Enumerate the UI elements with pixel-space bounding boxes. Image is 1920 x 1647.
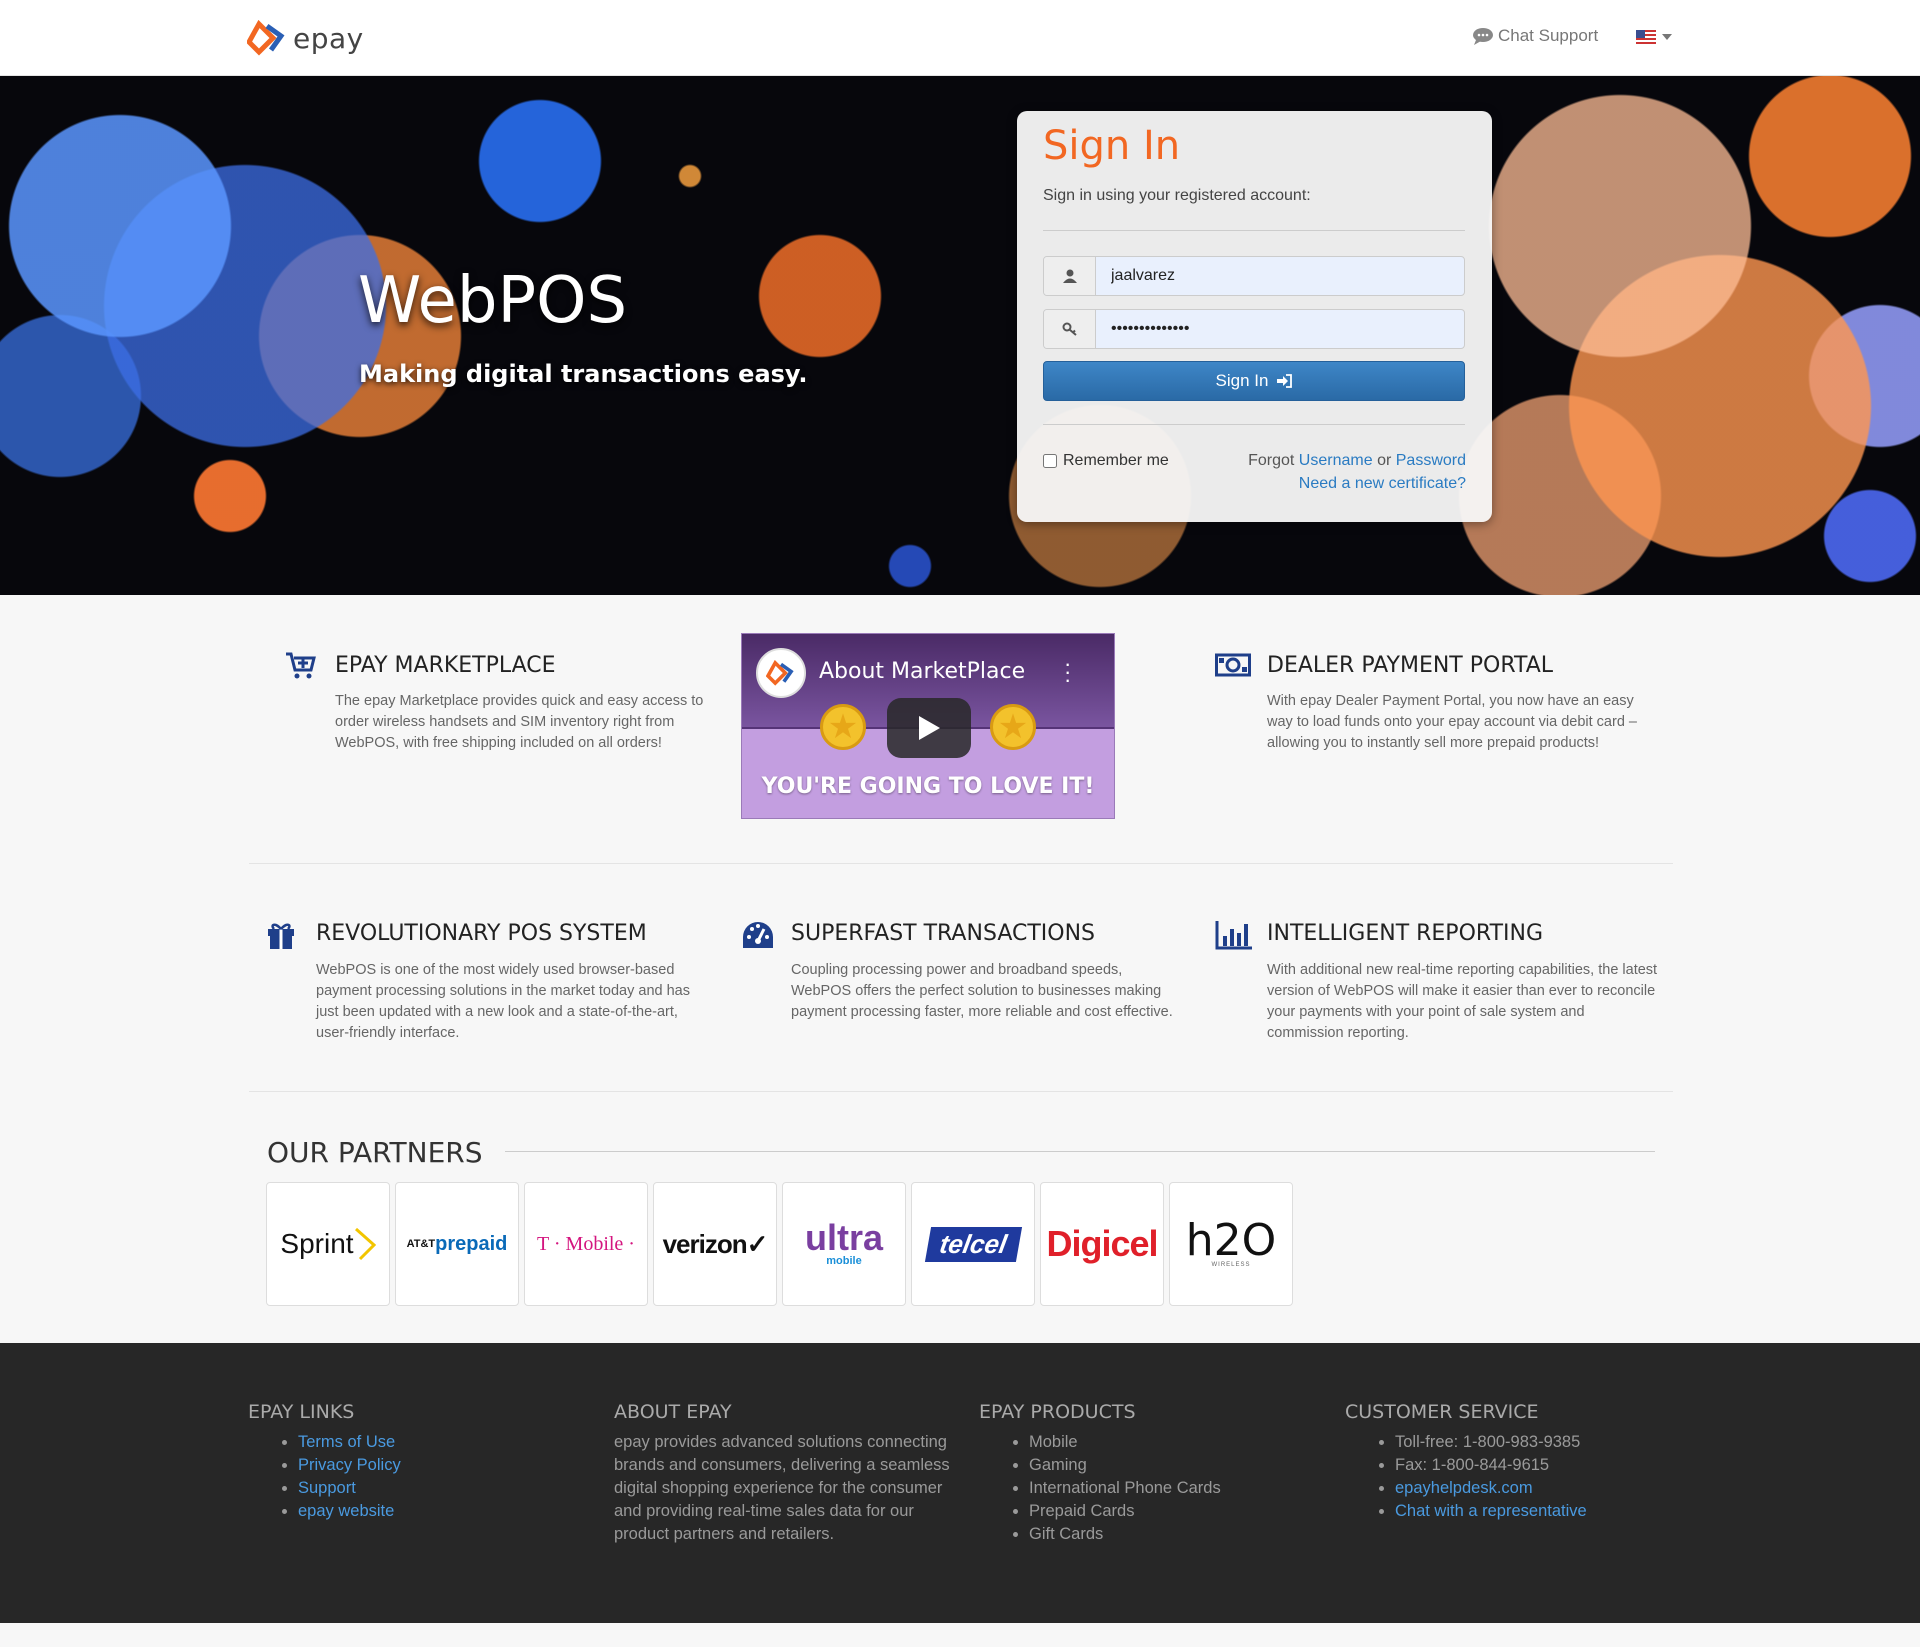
terms-link[interactable]: Terms of Use <box>298 1433 395 1451</box>
privacy-link[interactable]: Privacy Policy <box>298 1456 401 1474</box>
marketplace-video[interactable]: About MarketPlace · · · ★ ★ YOU'RE GOING T… <box>741 633 1115 819</box>
video-channel-logo[interactable] <box>756 648 806 698</box>
language-selector[interactable] <box>1636 30 1672 44</box>
epay-logo-icon <box>247 20 285 56</box>
feature-title: SUPERFAST TRANSACTIONS <box>791 921 1096 946</box>
signin-button-label: Sign In <box>1215 371 1269 390</box>
feature-title: INTELLIGENT REPORTING <box>1267 921 1544 946</box>
partners-rule <box>505 1151 1655 1152</box>
bar-chart-icon <box>1215 921 1252 950</box>
product-item: Gift Cards <box>1029 1523 1221 1546</box>
chat-representative-link[interactable]: Chat with a representative <box>1395 1502 1587 1520</box>
flag-us-icon <box>1636 30 1656 44</box>
hero-banner: WebPOS Making digital transactions easy. <box>0 76 1920 595</box>
username-input[interactable] <box>1096 257 1464 295</box>
cart-plus-icon <box>286 652 316 679</box>
product-item: Gaming <box>1029 1454 1221 1477</box>
partner-tmobile[interactable]: T · Mobile · <box>524 1182 648 1306</box>
partner-ultra-mobile[interactable]: ultra mobile <box>782 1182 906 1306</box>
feature-title: REVOLUTIONARY POS SYSTEM <box>316 921 647 946</box>
feature-title: DEALER PAYMENT PORTAL <box>1267 653 1554 678</box>
helpdesk-link[interactable]: epayhelpdesk.com <box>1395 1479 1533 1497</box>
feature-text: With epay Dealer Payment Portal, you now… <box>1267 693 1637 751</box>
play-icon <box>919 716 940 740</box>
support-link[interactable]: Support <box>298 1479 356 1497</box>
forgot-username-link[interactable]: Username <box>1299 452 1373 469</box>
username-field <box>1043 256 1465 296</box>
gift-icon <box>268 923 294 949</box>
partner-verizon[interactable]: verizon✓ <box>653 1182 777 1306</box>
product-item: Prepaid Cards <box>1029 1500 1221 1523</box>
logo-text: epay <box>293 21 364 55</box>
footer-heading: ABOUT EPAY <box>614 1401 732 1423</box>
chat-bubble-icon <box>1473 28 1493 45</box>
footer-heading: CUSTOMER SERVICE <box>1345 1401 1539 1423</box>
money-icon <box>1215 653 1251 677</box>
play-button[interactable] <box>887 698 971 758</box>
fax-number: Fax: 1-800-844-9615 <box>1395 1454 1587 1477</box>
video-title: About MarketPlace <box>819 659 1026 684</box>
new-certificate-link[interactable]: Need a new certificate? <box>1299 475 1466 492</box>
divider <box>1043 230 1465 231</box>
page-bottom <box>0 1623 1920 1647</box>
epay-website-link[interactable]: epay website <box>298 1502 394 1520</box>
signin-title: Sign In <box>1043 123 1181 169</box>
hero-title: WebPOS <box>358 264 628 338</box>
hero-subtitle: Making digital transactions easy. <box>359 360 808 388</box>
dashboard-icon <box>743 922 773 948</box>
partner-sprint[interactable]: Sprint <box>266 1182 390 1306</box>
footer-heading: EPAY LINKS <box>248 1401 355 1423</box>
toll-free-number: Toll-free: 1-800-983-9385 <box>1395 1431 1587 1454</box>
feature-text: Coupling processing power and broadband … <box>791 962 1173 1020</box>
video-caption: YOU'RE GOING TO LOVE IT! <box>761 774 1095 799</box>
divider <box>1043 424 1465 425</box>
more-vert-icon[interactable]: · · · <box>1064 653 1071 691</box>
section-divider <box>249 863 1673 864</box>
signin-subtitle: Sign in using your registered account: <box>1043 187 1311 204</box>
key-icon <box>1044 310 1096 348</box>
remember-me-label: Remember me <box>1063 452 1169 469</box>
chat-support-label: Chat Support <box>1498 26 1599 45</box>
partner-h2o[interactable]: h2O WIRELESS <box>1169 1182 1293 1306</box>
feature-text: WebPOS is one of the most widely used br… <box>316 962 690 1041</box>
partners-title: OUR PARTNERS <box>267 1136 483 1169</box>
epay-logo[interactable]: epay <box>247 20 364 56</box>
partner-digicel[interactable]: Digicel <box>1040 1182 1164 1306</box>
feature-text: With additional new real-time reporting … <box>1267 962 1658 1041</box>
footer-about: ABOUT EPAY epay provides advanced soluti… <box>614 1401 954 1546</box>
footer-heading: EPAY PRODUCTS <box>979 1401 1136 1423</box>
footer: EPAY LINKS Terms of Use Privacy Policy S… <box>0 1343 1920 1623</box>
sign-in-arrow-icon <box>1277 374 1293 388</box>
product-item: Mobile <box>1029 1431 1221 1454</box>
footer-epay-links: EPAY LINKS Terms of Use Privacy Policy S… <box>248 1401 401 1523</box>
forgot-prefix: Forgot <box>1248 452 1295 469</box>
forgot-or: or <box>1377 452 1392 469</box>
user-icon <box>1044 257 1096 295</box>
product-item: International Phone Cards <box>1029 1477 1221 1500</box>
remember-me-checkbox[interactable] <box>1043 454 1057 468</box>
remember-me[interactable]: Remember me <box>1043 452 1169 470</box>
sprint-swoosh-icon <box>354 1227 376 1261</box>
password-field <box>1043 309 1465 349</box>
signin-panel: Sign In Sign in using your registered ac… <box>1017 111 1492 522</box>
feature-title: EPAY MARKETPLACE <box>335 653 556 678</box>
top-header: epay Chat Support <box>0 0 1920 76</box>
signin-button[interactable]: Sign In <box>1043 361 1465 401</box>
star-icon: ★ <box>820 704 866 750</box>
footer-products: EPAY PRODUCTS Mobile Gaming Internationa… <box>979 1401 1221 1546</box>
star-icon: ★ <box>990 704 1036 750</box>
feature-text: The epay Marketplace provides quick and … <box>335 693 704 751</box>
about-text: epay provides advanced solutions connect… <box>614 1433 950 1543</box>
chevron-down-icon <box>1662 34 1672 40</box>
partner-att-prepaid[interactable]: AT&T prepaid <box>395 1182 519 1306</box>
forgot-links: Forgot Username or Password Need a new c… <box>1248 449 1466 495</box>
chat-support-link[interactable]: Chat Support <box>1472 26 1598 46</box>
footer-customer-service: CUSTOMER SERVICE Toll-free: 1-800-983-93… <box>1345 1401 1587 1523</box>
partner-telcel[interactable]: telcel <box>911 1182 1035 1306</box>
password-input[interactable] <box>1096 310 1464 348</box>
forgot-password-link[interactable]: Password <box>1396 452 1466 469</box>
section-divider <box>249 1091 1673 1092</box>
